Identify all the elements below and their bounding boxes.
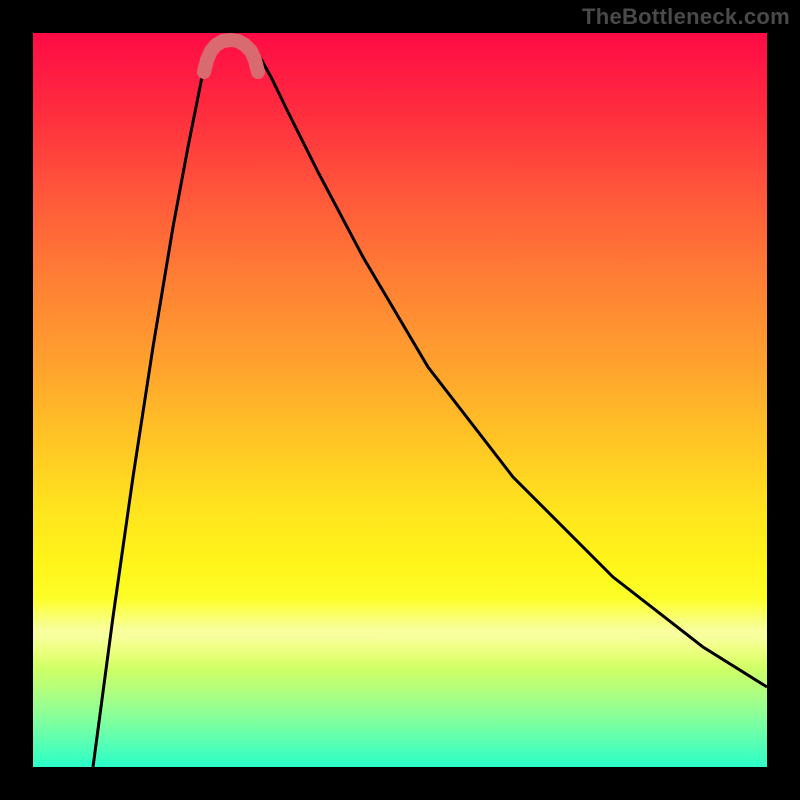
outer-frame: TheBottleneck.com (0, 0, 800, 800)
watermark-text: TheBottleneck.com (582, 4, 790, 30)
curve-svg (33, 33, 767, 767)
valley-marker-path (204, 40, 258, 72)
left-branch-path (93, 46, 213, 767)
right-branch-path (248, 46, 767, 687)
plot-area (33, 33, 767, 767)
